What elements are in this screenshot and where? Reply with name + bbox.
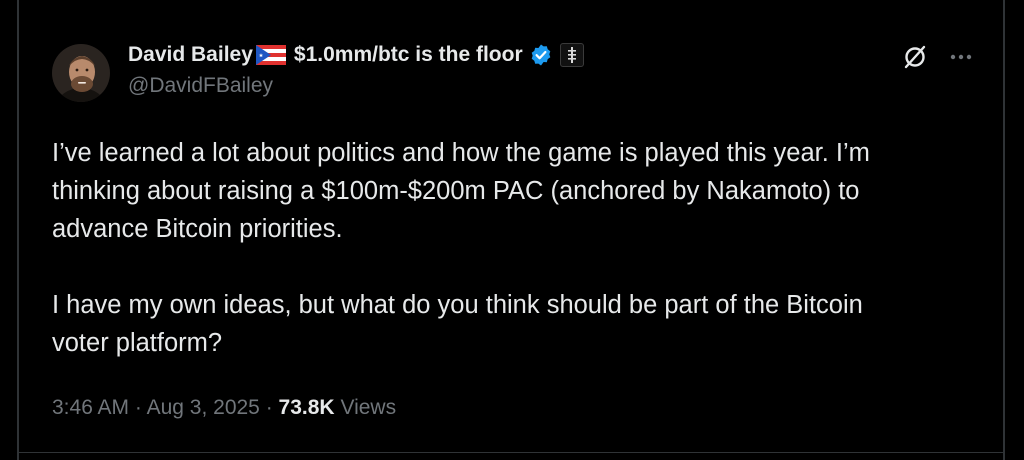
puerto-rico-flag-icon [255, 45, 286, 65]
tweet-paragraph: I’ve learned a lot about politics and ho… [52, 139, 870, 243]
author-name-row: David Bailey $1.0mm/btc is the floor [128, 40, 584, 70]
card-border-left [17, 0, 19, 460]
tweet-paragraph: I have my own ideas, but what do you thi… [52, 291, 863, 357]
affiliate-badge-icon[interactable] [559, 43, 584, 67]
tweet-date[interactable]: Aug 3, 2025 [147, 396, 260, 419]
views-label[interactable]: Views [340, 396, 396, 419]
grok-icon[interactable] [900, 42, 930, 72]
meta-separator: · [134, 396, 142, 419]
tweet-card: David Bailey $1.0mm/btc is the floor @Da… [0, 0, 1024, 460]
tweet-meta: 3:46 AM · Aug 3, 2025 · 73.8K Views [52, 396, 396, 420]
more-horizontal-icon[interactable] [946, 42, 976, 72]
views-count[interactable]: 73.8K [279, 396, 335, 419]
tweet-text: I’ve learned a lot about politics and ho… [52, 134, 992, 362]
author-handle[interactable]: @DavidFBailey [128, 74, 273, 98]
card-border-right [1003, 0, 1005, 460]
avatar-image [52, 44, 110, 102]
avatar[interactable] [52, 44, 110, 102]
tweet-time[interactable]: 3:46 AM [52, 396, 129, 419]
author-display-name[interactable]: David Bailey [128, 43, 253, 67]
author-display-name-suffix[interactable]: $1.0mm/btc is the floor [294, 43, 523, 67]
card-divider [17, 452, 1005, 453]
verified-badge-icon[interactable] [529, 43, 553, 67]
meta-separator: · [265, 396, 273, 419]
